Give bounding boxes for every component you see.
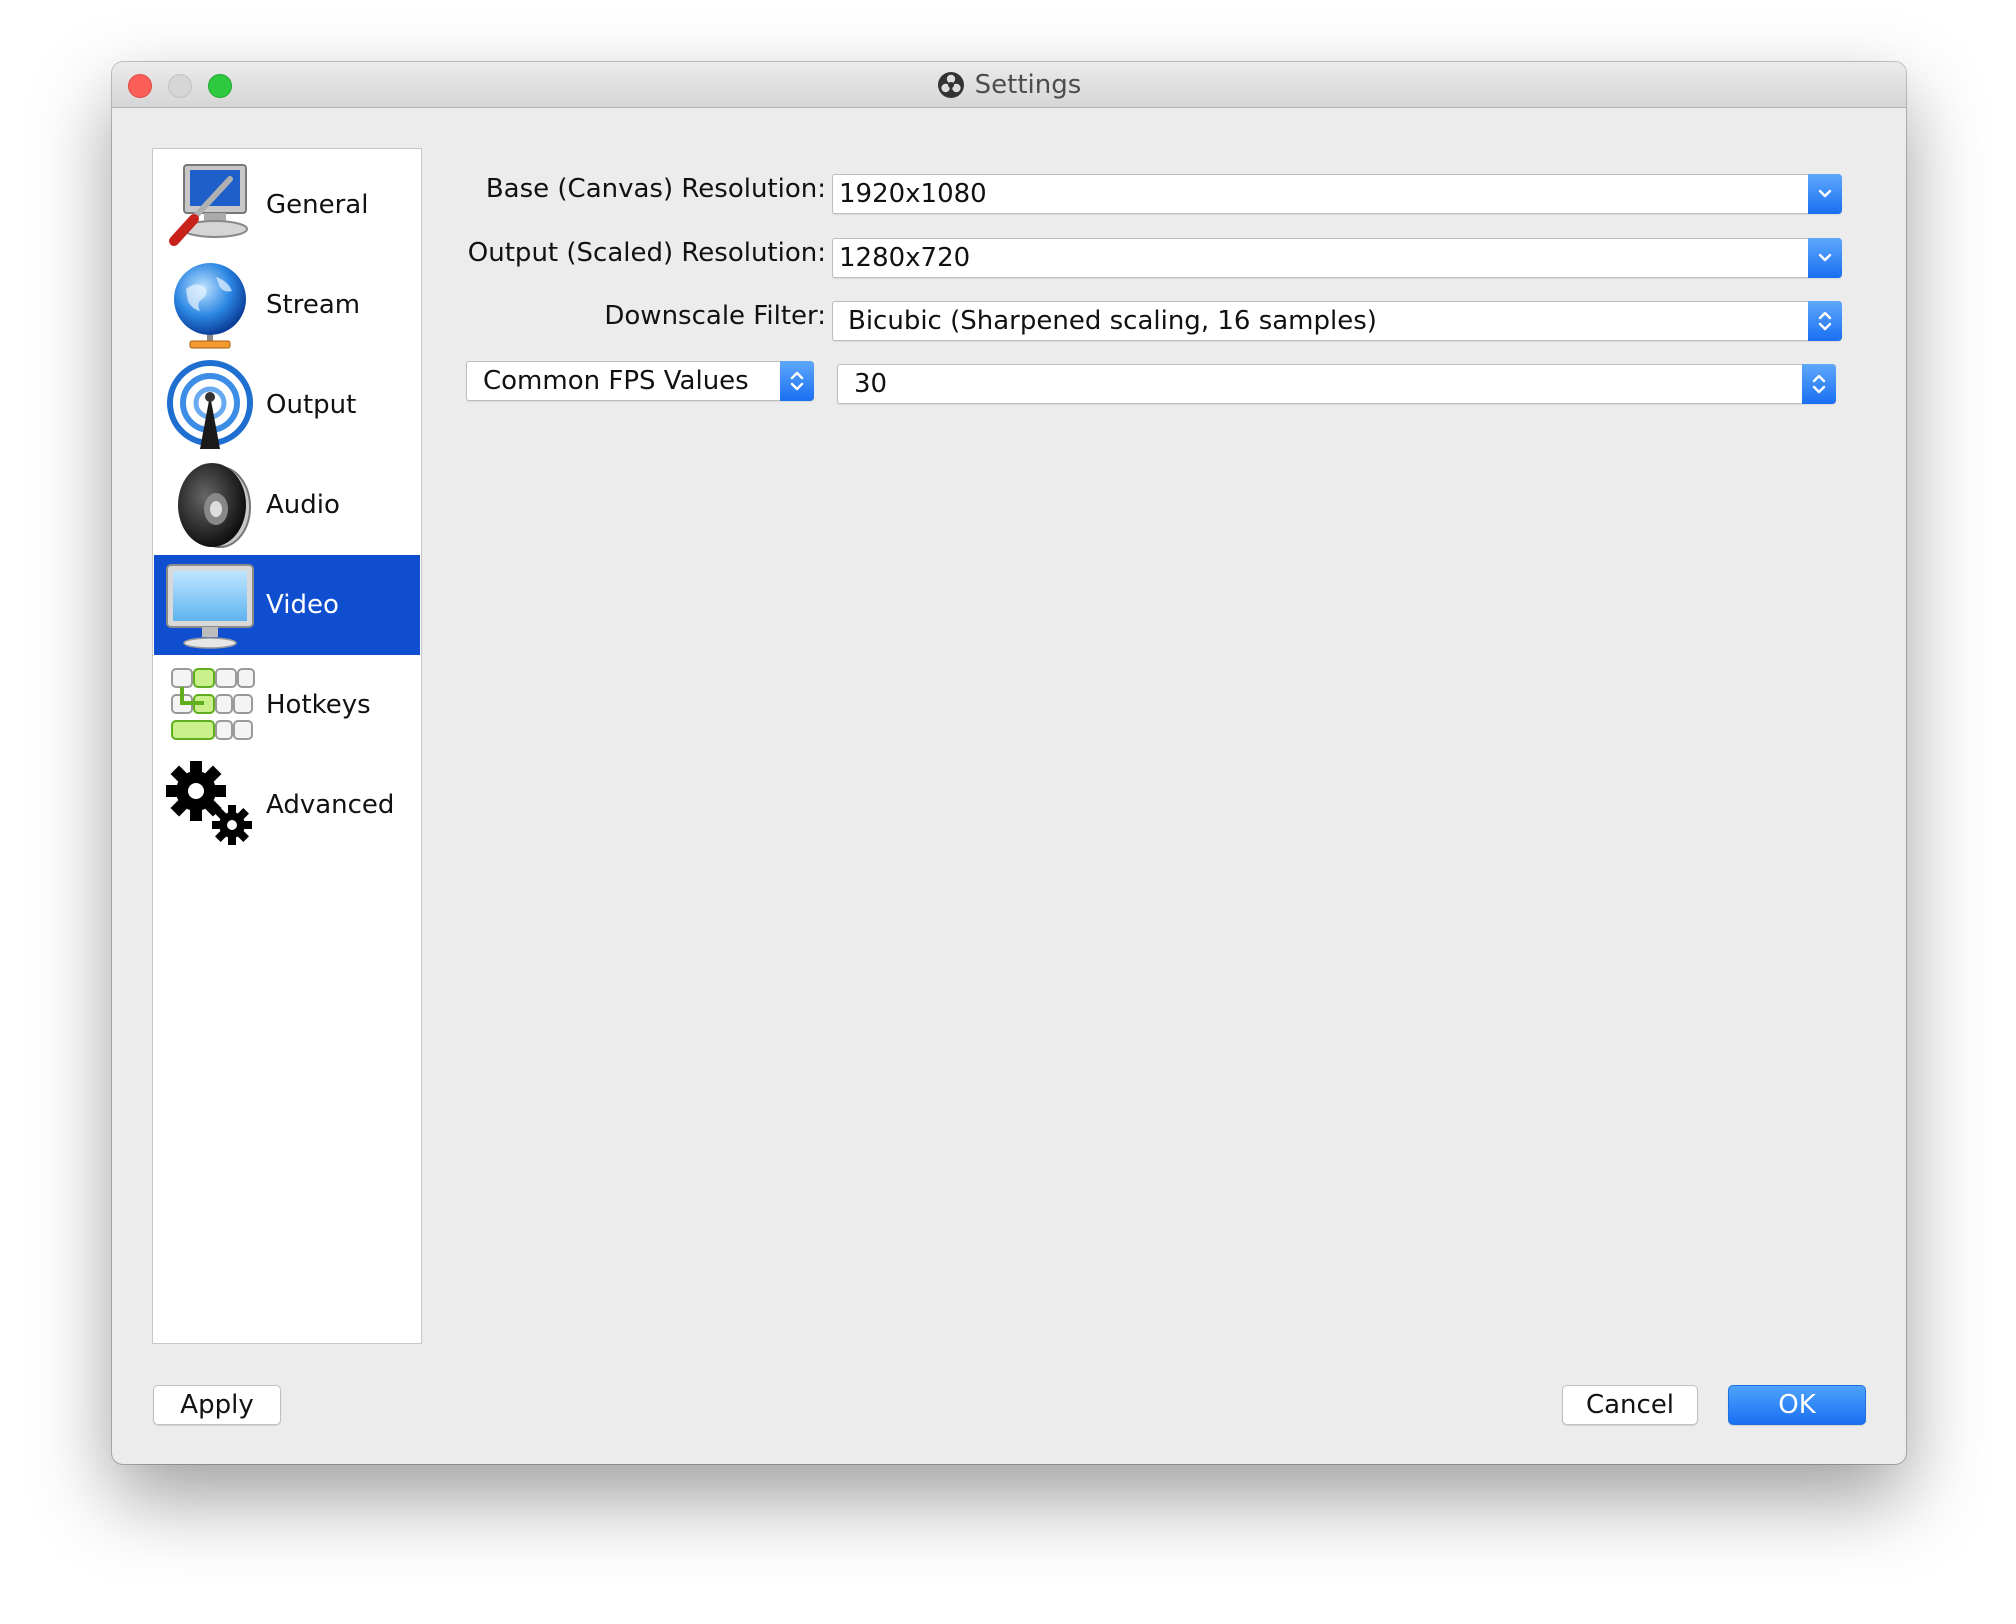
chevron-up-down-icon[interactable] xyxy=(1802,364,1836,404)
sidebar-item-label: Output xyxy=(266,390,357,420)
chevron-down-icon[interactable] xyxy=(1808,174,1842,214)
chevron-up-down-icon[interactable] xyxy=(780,361,814,401)
sidebar-item-label: Hotkeys xyxy=(266,690,371,720)
general-icon xyxy=(162,157,258,253)
broadcast-icon xyxy=(162,357,258,453)
window-title: Settings xyxy=(112,62,1906,107)
base-resolution-label: Base (Canvas) Resolution: xyxy=(485,174,826,204)
ok-button[interactable]: OK xyxy=(1728,1385,1866,1425)
gears-icon xyxy=(162,757,258,853)
fps-value-select[interactable]: 30 xyxy=(837,364,1836,404)
sidebar-item-audio[interactable]: Audio xyxy=(154,455,420,555)
fps-type-select[interactable]: Common FPS Values xyxy=(466,361,814,401)
fps-type-value: Common FPS Values xyxy=(483,366,749,396)
sidebar-item-stream[interactable]: Stream xyxy=(154,255,420,355)
chevron-down-icon[interactable] xyxy=(1808,238,1842,278)
sidebar-item-general[interactable]: General xyxy=(154,155,420,255)
globe-icon xyxy=(162,257,258,353)
downscale-filter-label: Downscale Filter: xyxy=(604,301,826,331)
settings-window: Settings General Stream Output Audio Vid… xyxy=(112,62,1906,1464)
output-resolution-label: Output (Scaled) Resolution: xyxy=(467,238,826,268)
sidebar-item-hotkeys[interactable]: Hotkeys xyxy=(154,655,420,755)
monitor-icon xyxy=(162,557,258,653)
sidebar-item-label: Video xyxy=(266,590,339,620)
title-bar[interactable]: Settings xyxy=(112,62,1906,108)
output-resolution-value: 1280x720 xyxy=(839,243,971,273)
sidebar-item-label: Advanced xyxy=(266,790,395,820)
sidebar-item-label: Stream xyxy=(266,290,361,320)
settings-category-list[interactable]: General Stream Output Audio Video Hotkey… xyxy=(152,148,422,1344)
cancel-button[interactable]: Cancel xyxy=(1562,1385,1698,1425)
downscale-filter-select[interactable]: Bicubic (Sharpened scaling, 16 samples) xyxy=(832,301,1842,341)
sidebar-item-advanced[interactable]: Advanced xyxy=(154,755,420,855)
window-title-text: Settings xyxy=(974,69,1082,100)
chevron-up-down-icon[interactable] xyxy=(1808,301,1842,341)
speaker-icon xyxy=(162,457,258,553)
apply-button[interactable]: Apply xyxy=(153,1385,281,1425)
output-resolution-combo[interactable]: 1280x720 xyxy=(832,238,1842,278)
base-resolution-combo[interactable]: 1920x1080 xyxy=(832,174,1842,214)
sidebar-item-video[interactable]: Video xyxy=(154,555,420,655)
sidebar-item-output[interactable]: Output xyxy=(154,355,420,455)
sidebar-item-label: Audio xyxy=(266,490,340,520)
downscale-filter-value: Bicubic (Sharpened scaling, 16 samples) xyxy=(848,306,1377,336)
keyboard-icon xyxy=(162,657,258,753)
fps-value: 30 xyxy=(854,369,888,399)
sidebar-item-label: General xyxy=(266,190,369,220)
obs-logo-icon xyxy=(937,71,964,98)
base-resolution-value: 1920x1080 xyxy=(839,179,987,209)
